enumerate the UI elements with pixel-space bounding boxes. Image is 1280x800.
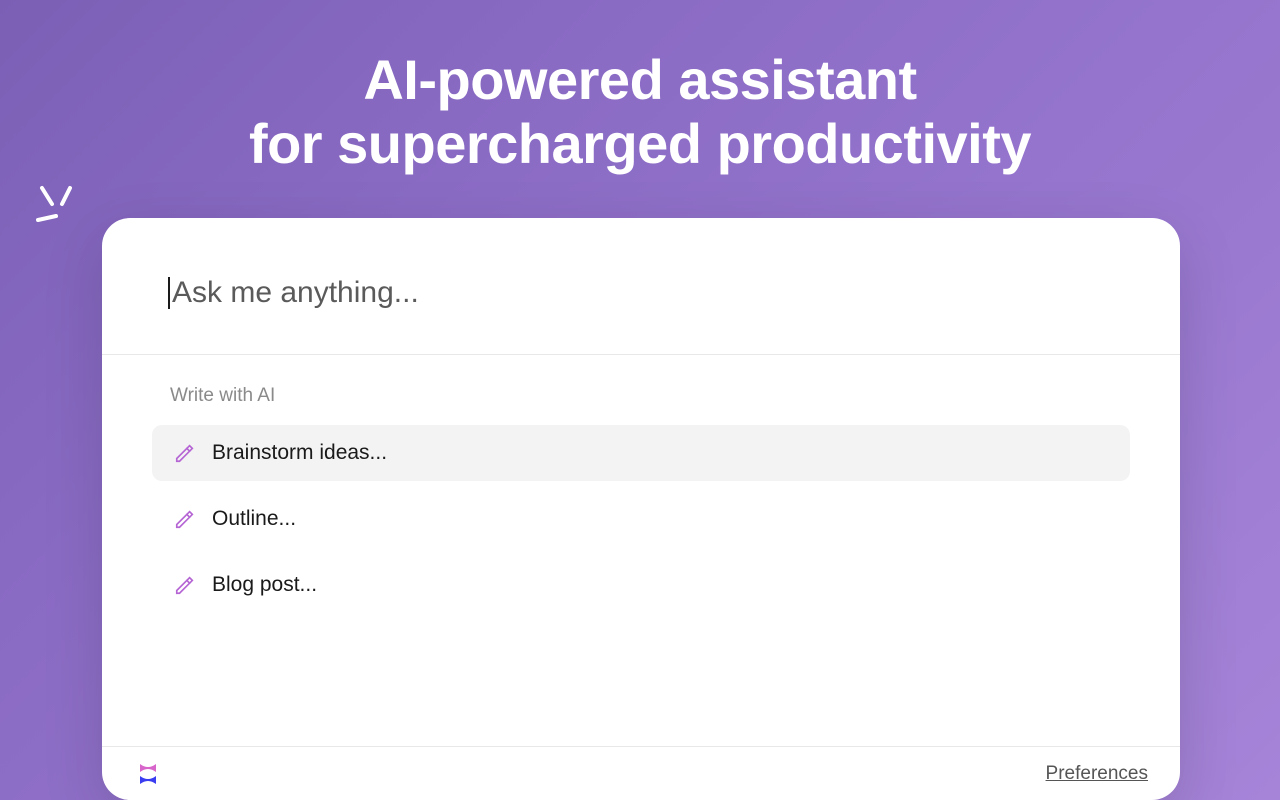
pen-icon bbox=[174, 508, 196, 530]
panel-footer: Preferences bbox=[102, 746, 1180, 800]
suggestion-outline[interactable]: Outline... bbox=[152, 491, 1130, 547]
text-caret bbox=[168, 277, 170, 309]
headline-line-1: AI-powered assistant bbox=[0, 48, 1280, 112]
suggestion-blogpost[interactable]: Blog post... bbox=[152, 557, 1130, 613]
suggestion-label: Outline... bbox=[212, 507, 296, 531]
suggestion-brainstorm[interactable]: Brainstorm ideas... bbox=[152, 425, 1130, 481]
headline: AI-powered assistant for supercharged pr… bbox=[0, 0, 1280, 177]
pen-icon bbox=[174, 442, 196, 464]
section-label: Write with AI bbox=[170, 385, 1130, 407]
prompt-input[interactable]: Ask me anything... bbox=[168, 276, 1114, 310]
prompt-placeholder: Ask me anything... bbox=[172, 276, 419, 310]
spark-decoration-icon bbox=[28, 178, 88, 243]
headline-line-2: for supercharged productivity bbox=[0, 112, 1280, 176]
suggestion-label: Blog post... bbox=[212, 573, 317, 597]
app-logo-icon bbox=[134, 760, 162, 788]
suggestion-label: Brainstorm ideas... bbox=[212, 441, 387, 465]
suggestions-area: Write with AI Brainstorm ideas... Outlin… bbox=[102, 355, 1180, 613]
pen-icon bbox=[174, 574, 196, 596]
input-area: Ask me anything... bbox=[102, 218, 1180, 355]
preferences-link[interactable]: Preferences bbox=[1046, 763, 1148, 785]
assistant-panel: Ask me anything... Write with AI Brainst… bbox=[102, 218, 1180, 800]
